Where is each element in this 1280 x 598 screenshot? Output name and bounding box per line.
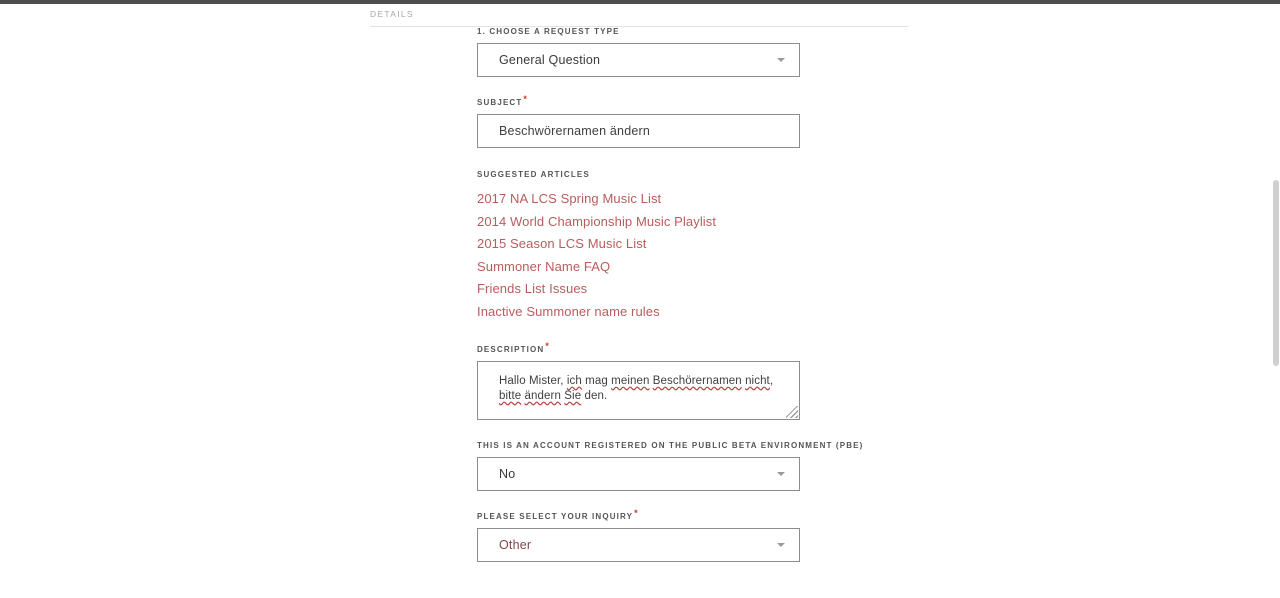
request-type-value: General Question [499,53,601,67]
field-description: DESCRIPTION* Hallo Mister, ich mag meine… [477,342,800,420]
description-line-1: Hallo Mister, ich mag meinen Beschörerna… [499,374,785,389]
field-subject: SUBJECT* Beschwörernamen ändern [477,95,800,148]
required-marker: * [523,94,529,104]
required-marker: * [634,508,639,518]
description-text: , [769,375,774,387]
field-request-type: 1. CHOOSE A REQUEST TYPE General Questio… [477,27,800,77]
description-text: Hallo Mister, [499,375,567,387]
subject-input[interactable]: Beschwörernamen ändern [477,114,800,148]
misspelled-word: meinen [611,375,650,387]
misspelled-word: Sie [564,390,582,402]
required-marker: * [545,341,550,351]
scrollbar-thumb[interactable] [1273,180,1279,366]
list-item: 2017 NA LCS Spring Music List [477,188,800,211]
resize-grip-icon[interactable] [786,406,798,418]
misspelled-word: bitte [499,390,522,402]
pbe-select[interactable]: No [477,457,800,491]
list-item: Inactive Summoner name rules [477,301,800,324]
inquiry-select[interactable]: Other [477,528,800,562]
misspelled-word: ändern [524,390,561,402]
suggested-articles-label: SUGGESTED ARTICLES [477,170,590,179]
pbe-label: THIS IS AN ACCOUNT REGISTERED ON THE PUB… [477,441,864,450]
inquiry-value: Other [499,538,532,552]
description-text: den. [581,390,608,402]
list-item: Friends List Issues [477,278,800,301]
description-label: DESCRIPTION* [477,342,800,355]
subject-label-text: SUBJECT [477,98,523,107]
suggested-articles-section: SUGGESTED ARTICLES 2017 NA LCS Spring Mu… [477,170,800,323]
support-request-form: 1. CHOOSE A REQUEST TYPE General Questio… [477,27,864,562]
misspelled-word: Beschörernamen [652,375,742,387]
request-type-select[interactable]: General Question [477,43,800,77]
request-type-label: 1. CHOOSE A REQUEST TYPE [477,27,620,36]
description-label-text: DESCRIPTION [477,345,545,354]
description-textarea[interactable]: Hallo Mister, ich mag meinen Beschörerna… [477,361,800,420]
field-inquiry: PLEASE SELECT YOUR INQUIRY* Other [477,509,800,562]
article-link[interactable]: Inactive Summoner name rules [477,301,800,324]
misspelled-word: nicht [745,375,770,387]
misspelled-word: ich [566,375,582,387]
details-section-header: DETAILS [370,4,908,27]
inquiry-label: PLEASE SELECT YOUR INQUIRY* [477,509,800,522]
chevron-down-icon [777,472,785,476]
article-link[interactable]: 2014 World Championship Music Playlist [477,211,800,234]
description-text: mag [581,375,612,387]
field-pbe: THIS IS AN ACCOUNT REGISTERED ON THE PUB… [477,441,864,491]
list-item: 2014 World Championship Music Playlist [477,211,800,234]
list-item: 2015 Season LCS Music List [477,233,800,256]
subject-label: SUBJECT* [477,95,800,108]
article-link[interactable]: Summoner Name FAQ [477,256,800,279]
chevron-down-icon [777,58,785,62]
list-item: Summoner Name FAQ [477,256,800,279]
vertical-scrollbar[interactable] [1272,4,1280,598]
page-title: DETAILS [370,9,414,19]
chevron-down-icon [777,543,785,547]
inquiry-label-text: PLEASE SELECT YOUR INQUIRY [477,512,634,521]
suggested-articles-list: 2017 NA LCS Spring Music List 2014 World… [477,188,800,323]
article-link[interactable]: 2017 NA LCS Spring Music List [477,188,800,211]
pbe-value: No [499,467,516,481]
subject-value: Beschwörernamen ändern [499,124,651,138]
article-link[interactable]: 2015 Season LCS Music List [477,233,800,256]
description-line-2: bitte ändern Sie den. [499,389,785,404]
article-link[interactable]: Friends List Issues [477,278,800,301]
